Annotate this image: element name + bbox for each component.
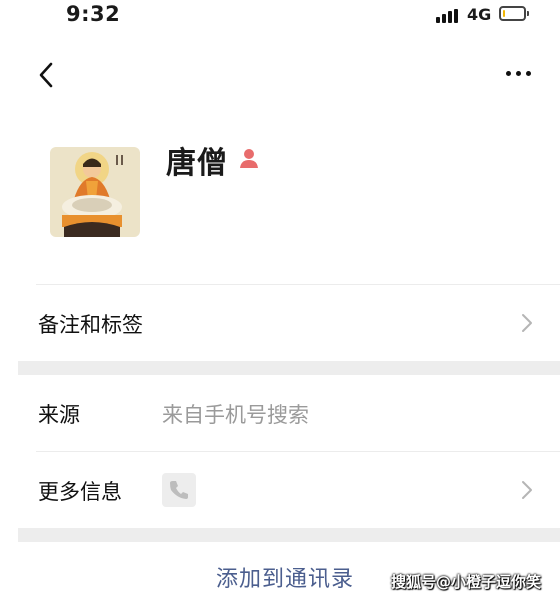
remark-tags-row[interactable]: 备注和标签 (0, 285, 560, 361)
status-time: 9:32 (66, 2, 121, 26)
battery-level (503, 10, 505, 17)
more-info-row[interactable]: 更多信息 (0, 452, 560, 528)
source-row: 来源 来自手机号搜索 (0, 375, 560, 451)
source-value: 来自手机号搜索 (162, 403, 309, 427)
more-button[interactable] (500, 66, 538, 80)
more-info-label: 更多信息 (38, 480, 122, 504)
battery-icon (499, 6, 529, 21)
watermark: 搜狐号@小橙子逗你笑 (391, 573, 542, 591)
watermark-logo (456, 592, 528, 600)
network-type: 4G (467, 5, 492, 24)
back-button[interactable] (34, 60, 60, 90)
source-label: 来源 (38, 403, 80, 427)
more-dots-icon (506, 71, 511, 76)
signal-icon (436, 9, 460, 23)
chevron-right-icon (520, 480, 534, 500)
add-to-contacts-button[interactable]: 添加到通讯录 (190, 562, 380, 598)
status-bar: 9:32 4G (0, 0, 560, 34)
contact-name: 唐僧 (166, 146, 228, 181)
person-icon (237, 146, 261, 170)
remark-tags-label: 备注和标签 (38, 313, 143, 337)
avatar[interactable] (50, 147, 140, 237)
chevron-left-icon (39, 62, 53, 88)
section-gap (18, 361, 560, 375)
chevron-right-icon (520, 313, 534, 333)
section-gap (18, 528, 560, 542)
buddha-painting-image (50, 147, 140, 237)
phone-icon (162, 473, 196, 507)
